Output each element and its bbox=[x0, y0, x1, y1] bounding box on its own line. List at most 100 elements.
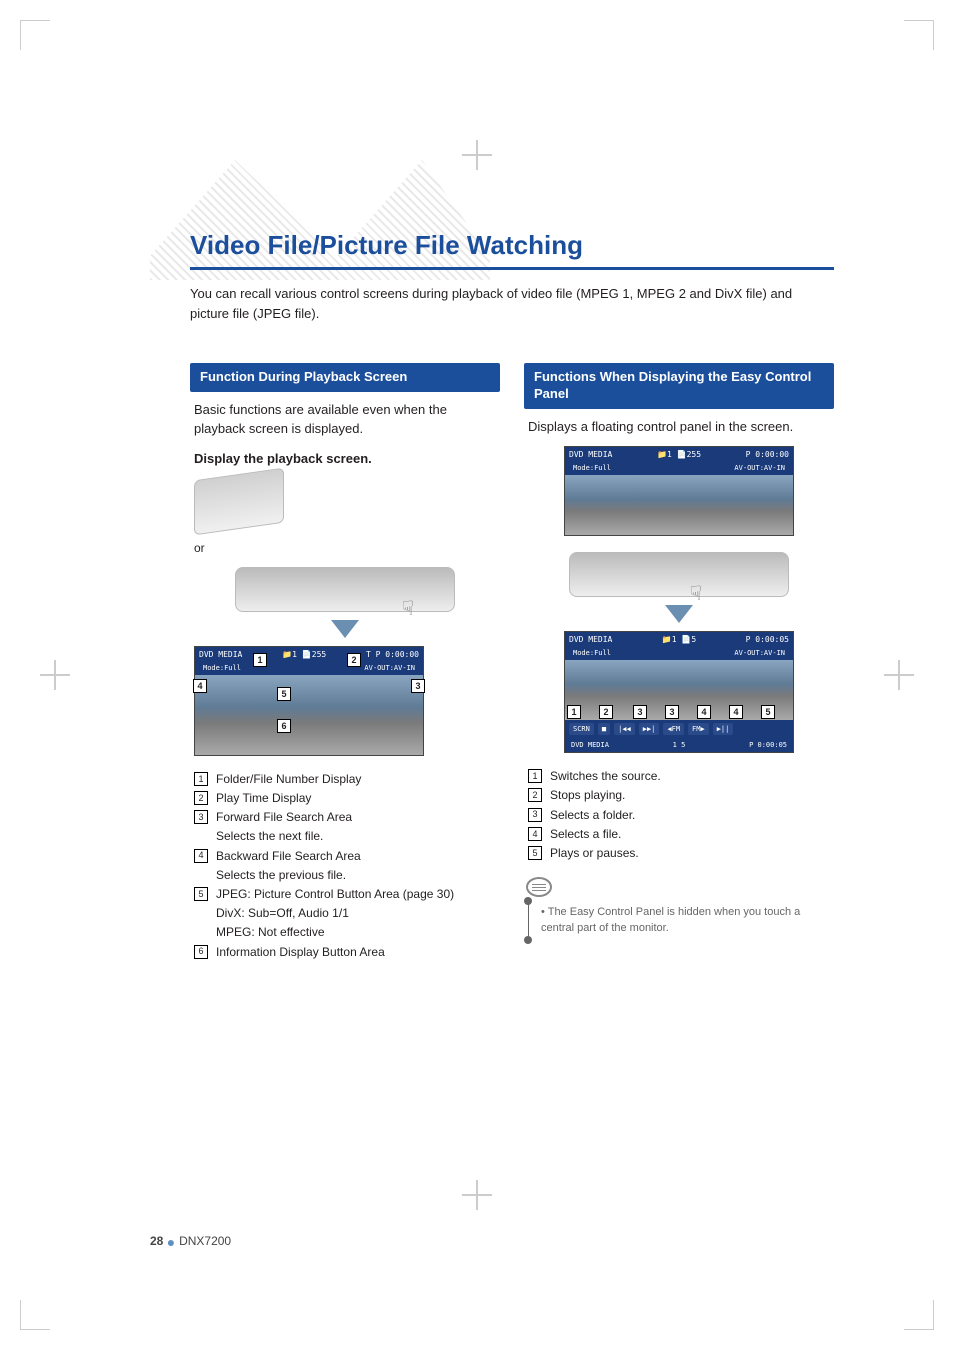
note-text: • The Easy Control Panel is hidden when … bbox=[528, 901, 834, 940]
num-6: 6 bbox=[194, 945, 208, 959]
num-3: 3 bbox=[194, 810, 208, 824]
page-number: 28 bbox=[150, 1234, 163, 1248]
playback-photo-area: 1 2 3 4 5 6 bbox=[195, 675, 423, 755]
status-file: 255 bbox=[312, 650, 326, 659]
left-heading: Function During Playback Screen bbox=[190, 363, 500, 392]
arrow-down-icon bbox=[331, 620, 359, 638]
num-5: 5 bbox=[194, 887, 208, 901]
r1-mode: Mode:Full bbox=[573, 464, 611, 472]
callout-5: 5 bbox=[761, 705, 775, 719]
num-1: 1 bbox=[194, 772, 208, 786]
right-list: 1 Switches the source. 2 Stops playing. 3S… bbox=[528, 767, 830, 863]
item-2: Play Time Display bbox=[216, 789, 311, 808]
bottom-status-right: P 0:00:05 bbox=[749, 741, 787, 749]
ritem-3: Selects a folder. bbox=[550, 806, 635, 825]
right-body: Displays a floating control panel in the… bbox=[528, 417, 830, 437]
r2-file: 5 bbox=[691, 635, 696, 644]
fm-next-button[interactable]: FM▶ bbox=[688, 723, 709, 735]
crop-mark bbox=[20, 1300, 50, 1330]
r2-source: DVD MEDIA bbox=[569, 635, 612, 644]
left-subhead: Display the playback screen. bbox=[194, 451, 496, 466]
item-5-sub2: MPEG: Not effective bbox=[216, 923, 496, 942]
callout-4b: 4 bbox=[729, 705, 743, 719]
status-folder: 1 bbox=[292, 650, 297, 659]
r1-time: P 0:00:00 bbox=[746, 450, 789, 459]
bottom-status-left: DVD MEDIA bbox=[571, 741, 609, 749]
item-4: Backward File Search Area bbox=[216, 847, 361, 866]
rnum-2: 2 bbox=[528, 788, 542, 802]
callout-2: 2 bbox=[347, 653, 361, 667]
num-2: 2 bbox=[194, 791, 208, 805]
callout-2: 2 bbox=[599, 705, 613, 719]
footer-model: DNX7200 bbox=[179, 1234, 231, 1248]
rnum-3: 3 bbox=[528, 808, 542, 822]
r2-avout: AV-OUT:AV-IN bbox=[734, 649, 785, 657]
callout-3: 3 bbox=[633, 705, 647, 719]
arrow-down-icon bbox=[665, 605, 693, 623]
item-1: Folder/File Number Display bbox=[216, 770, 361, 789]
device-front-illustration bbox=[194, 468, 284, 536]
next-button[interactable]: ▶▶| bbox=[639, 723, 660, 735]
intro-text: You can recall various control screens d… bbox=[190, 284, 834, 323]
scrn-button[interactable]: SCRN bbox=[569, 723, 594, 735]
callout-3: 3 bbox=[411, 679, 425, 693]
rnum-4: 4 bbox=[528, 827, 542, 841]
touch-hand-icon: ☟ bbox=[690, 581, 702, 606]
playback-screen-illustration: DVD MEDIA 📁1 📄255 T P 0:00:00 Mode:Full … bbox=[194, 646, 424, 756]
touch-hand-icon: ☟ bbox=[402, 596, 414, 621]
left-body: Basic functions are available even when … bbox=[194, 400, 496, 439]
ritem-2: Stops playing. bbox=[550, 786, 625, 805]
callout-1: 1 bbox=[253, 653, 267, 667]
bottom-status-mid: 1 5 bbox=[673, 741, 686, 749]
r1-avout: AV-OUT:AV-IN bbox=[734, 464, 785, 472]
note-content: The Easy Control Panel is hidden when yo… bbox=[541, 906, 800, 933]
registration-mark bbox=[40, 660, 70, 690]
callout-5: 5 bbox=[277, 687, 291, 701]
fm-prev-button[interactable]: ◀FM bbox=[663, 723, 684, 735]
ritem-4: Selects a file. bbox=[550, 825, 621, 844]
right-heading: Functions When Displaying the Easy Contr… bbox=[524, 363, 834, 409]
callout-4: 4 bbox=[697, 705, 711, 719]
easy-panel-screen-1: DVD MEDIA 📁1 📄255 P 0:00:00 Mode:Full AV… bbox=[564, 446, 794, 536]
crop-mark bbox=[20, 20, 50, 50]
status-source: DVD MEDIA bbox=[199, 650, 242, 659]
note-icon bbox=[526, 877, 552, 897]
r1-photo bbox=[565, 475, 793, 535]
num-4: 4 bbox=[194, 849, 208, 863]
status-mode: Mode:Full bbox=[203, 664, 241, 672]
footer-bullet-icon: ● bbox=[167, 1234, 179, 1250]
crop-mark bbox=[904, 1300, 934, 1330]
callout-3b: 3 bbox=[665, 705, 679, 719]
callout-6: 6 bbox=[277, 719, 291, 733]
r1-folder: 1 bbox=[667, 450, 672, 459]
left-column: Function During Playback Screen Basic fu… bbox=[190, 363, 500, 976]
registration-mark bbox=[462, 140, 492, 170]
item-6: Information Display Button Area bbox=[216, 943, 385, 962]
faceplate-illustration-2: ☟ bbox=[569, 552, 789, 597]
crop-mark bbox=[904, 20, 934, 50]
faceplate-illustration: ☟ bbox=[235, 567, 455, 612]
ritem-1: Switches the source. bbox=[550, 767, 661, 786]
item-3-sub: Selects the next file. bbox=[216, 827, 496, 846]
item-4-sub: Selects the previous file. bbox=[216, 866, 496, 885]
ritem-5: Plays or pauses. bbox=[550, 844, 639, 863]
stop-button[interactable]: ■ bbox=[598, 723, 610, 735]
item-5-sub1: DivX: Sub=Off, Audio 1/1 bbox=[216, 904, 496, 923]
r2-folder: 1 bbox=[672, 635, 677, 644]
rnum-1: 1 bbox=[528, 769, 542, 783]
or-label: or bbox=[194, 541, 496, 555]
r1-file: 255 bbox=[687, 450, 701, 459]
page-title: Video File/Picture File Watching bbox=[190, 230, 834, 270]
r2-time: P 0:00:05 bbox=[746, 635, 789, 644]
play-pause-button[interactable]: ▶|| bbox=[713, 723, 734, 735]
callout-1: 1 bbox=[567, 705, 581, 719]
r1-source: DVD MEDIA bbox=[569, 450, 612, 459]
status-time: T P 0:00:00 bbox=[366, 650, 419, 659]
right-column: Functions When Displaying the Easy Contr… bbox=[524, 363, 834, 976]
r2-mode: Mode:Full bbox=[573, 649, 611, 657]
prev-button[interactable]: |◀◀ bbox=[614, 723, 635, 735]
easy-panel-screen-2: DVD MEDIA 📁1 📄5 P 0:00:05 Mode:Full AV-O… bbox=[564, 631, 794, 753]
callout-4: 4 bbox=[193, 679, 207, 693]
rnum-5: 5 bbox=[528, 846, 542, 860]
registration-mark bbox=[462, 1180, 492, 1210]
